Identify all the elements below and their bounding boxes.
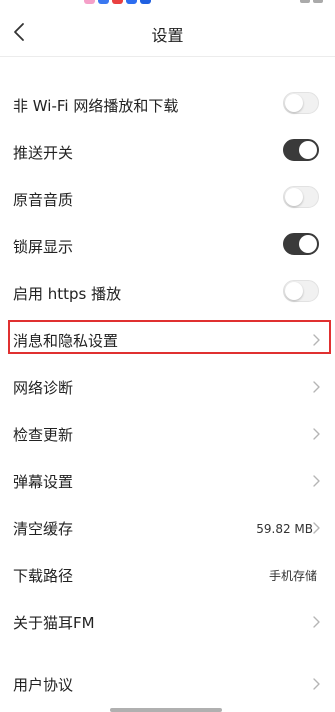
- status-icons: [300, 0, 323, 3]
- setting-label: 弹幕设置: [13, 473, 74, 491]
- setting-label: 检查更新: [13, 426, 74, 444]
- setting-row-clear-cache[interactable]: 清空缓存 59.82 MB: [0, 505, 335, 552]
- setting-row-user-agreement[interactable]: 用户协议: [0, 661, 335, 708]
- battery-icon: [313, 0, 323, 3]
- setting-label: 锁屏显示: [13, 238, 74, 256]
- setting-label: 非 Wi-Fi 网络播放和下载: [13, 97, 179, 115]
- setting-label: 下载路径: [13, 567, 74, 585]
- setting-label: 原音音质: [13, 191, 74, 209]
- toggle-knob: [285, 188, 303, 206]
- notification-icon: [140, 0, 151, 4]
- setting-row-download-path[interactable]: 下载路径 手机存储: [0, 552, 335, 599]
- setting-row-non-wifi[interactable]: 非 Wi-Fi 网络播放和下载: [0, 82, 335, 129]
- setting-row-check-update[interactable]: 检查更新: [0, 411, 335, 458]
- setting-label: 网络诊断: [13, 379, 74, 397]
- chevron-right-icon: [313, 334, 320, 346]
- push-toggle[interactable]: [283, 139, 319, 161]
- setting-row-original-audio[interactable]: 原音音质: [0, 176, 335, 223]
- chevron-right-icon: [313, 678, 320, 690]
- setting-label: 关于猫耳FM: [13, 614, 95, 632]
- download-path-value: 手机存储: [268, 569, 317, 583]
- status-bar: [0, 0, 335, 8]
- setting-row-push[interactable]: 推送开关: [0, 129, 335, 176]
- setting-label: 清空缓存: [13, 520, 74, 538]
- setting-row-lockscreen[interactable]: 锁屏显示: [0, 223, 335, 270]
- section-gap: [0, 57, 335, 82]
- page-title: 设置: [151, 26, 184, 45]
- setting-row-danmaku[interactable]: 弹幕设置: [0, 458, 335, 505]
- home-indicator[interactable]: [110, 708, 222, 712]
- original-audio-toggle[interactable]: [283, 186, 319, 208]
- setting-label: 消息和隐私设置: [13, 332, 119, 350]
- setting-label: 用户协议: [13, 676, 74, 694]
- https-toggle[interactable]: [283, 280, 319, 302]
- chevron-right-icon: [313, 381, 320, 393]
- notification-icon: [98, 0, 109, 4]
- chevron-right-icon: [313, 428, 320, 440]
- nav-bar: 设置: [0, 8, 335, 57]
- toggle-knob: [299, 235, 317, 253]
- chevron-right-icon: [313, 475, 320, 487]
- non-wifi-toggle[interactable]: [283, 92, 319, 114]
- toggle-knob: [299, 141, 317, 159]
- chevron-right-icon: [313, 522, 320, 534]
- setting-row-privacy[interactable]: 消息和隐私设置: [0, 317, 335, 364]
- setting-row-https[interactable]: 启用 https 播放: [0, 270, 335, 317]
- notification-icon: [112, 0, 123, 4]
- chevron-right-icon: [313, 616, 320, 628]
- cache-size-value: 59.82 MB: [256, 521, 313, 536]
- settings-list: 非 Wi-Fi 网络播放和下载 推送开关 原音音质 锁屏显示 启用 https …: [0, 82, 335, 708]
- setting-label: 推送开关: [13, 144, 74, 162]
- lockscreen-toggle[interactable]: [283, 233, 319, 255]
- toggle-knob: [285, 94, 303, 112]
- notification-icons: [84, 0, 151, 4]
- toggle-knob: [285, 282, 303, 300]
- setting-row-network-diagnosis[interactable]: 网络诊断: [0, 364, 335, 411]
- setting-row-about[interactable]: 关于猫耳FM: [0, 599, 335, 646]
- signal-icon: [300, 0, 310, 3]
- setting-label: 启用 https 播放: [13, 285, 122, 303]
- section-gap: [0, 646, 335, 661]
- notification-icon: [84, 0, 95, 4]
- notification-icon: [126, 0, 137, 4]
